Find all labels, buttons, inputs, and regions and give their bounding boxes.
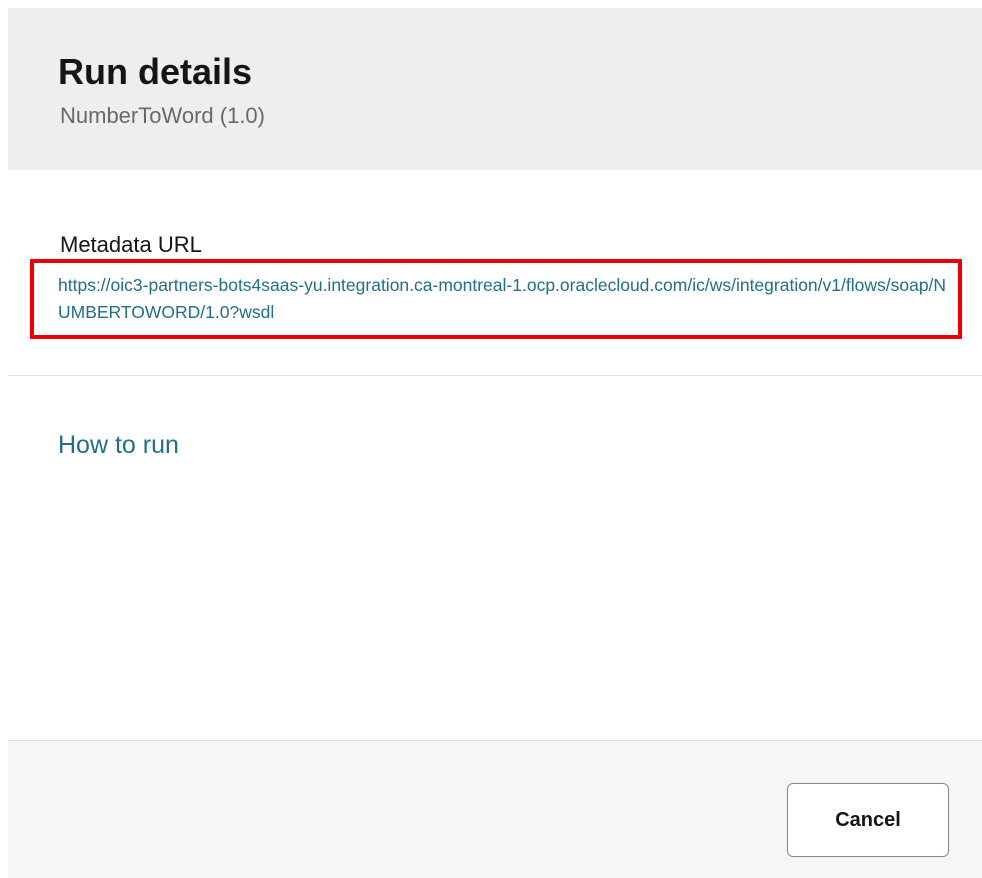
dialog-subtitle: NumberToWord (1.0) bbox=[60, 103, 265, 128]
cancel-button[interactable]: Cancel bbox=[787, 783, 949, 857]
metadata-url-label: Metadata URL bbox=[60, 232, 202, 257]
how-to-run-link[interactable]: How to run bbox=[58, 429, 179, 461]
dialog-header: Run details NumberToWord (1.0) bbox=[8, 8, 982, 170]
metadata-url-link[interactable]: https://oic3-partners-bots4saas-yu.integ… bbox=[58, 272, 948, 326]
section-divider bbox=[8, 375, 982, 376]
run-details-dialog: Run details NumberToWord (1.0) Metadata … bbox=[8, 8, 982, 878]
dialog-title: Run details bbox=[58, 51, 253, 92]
